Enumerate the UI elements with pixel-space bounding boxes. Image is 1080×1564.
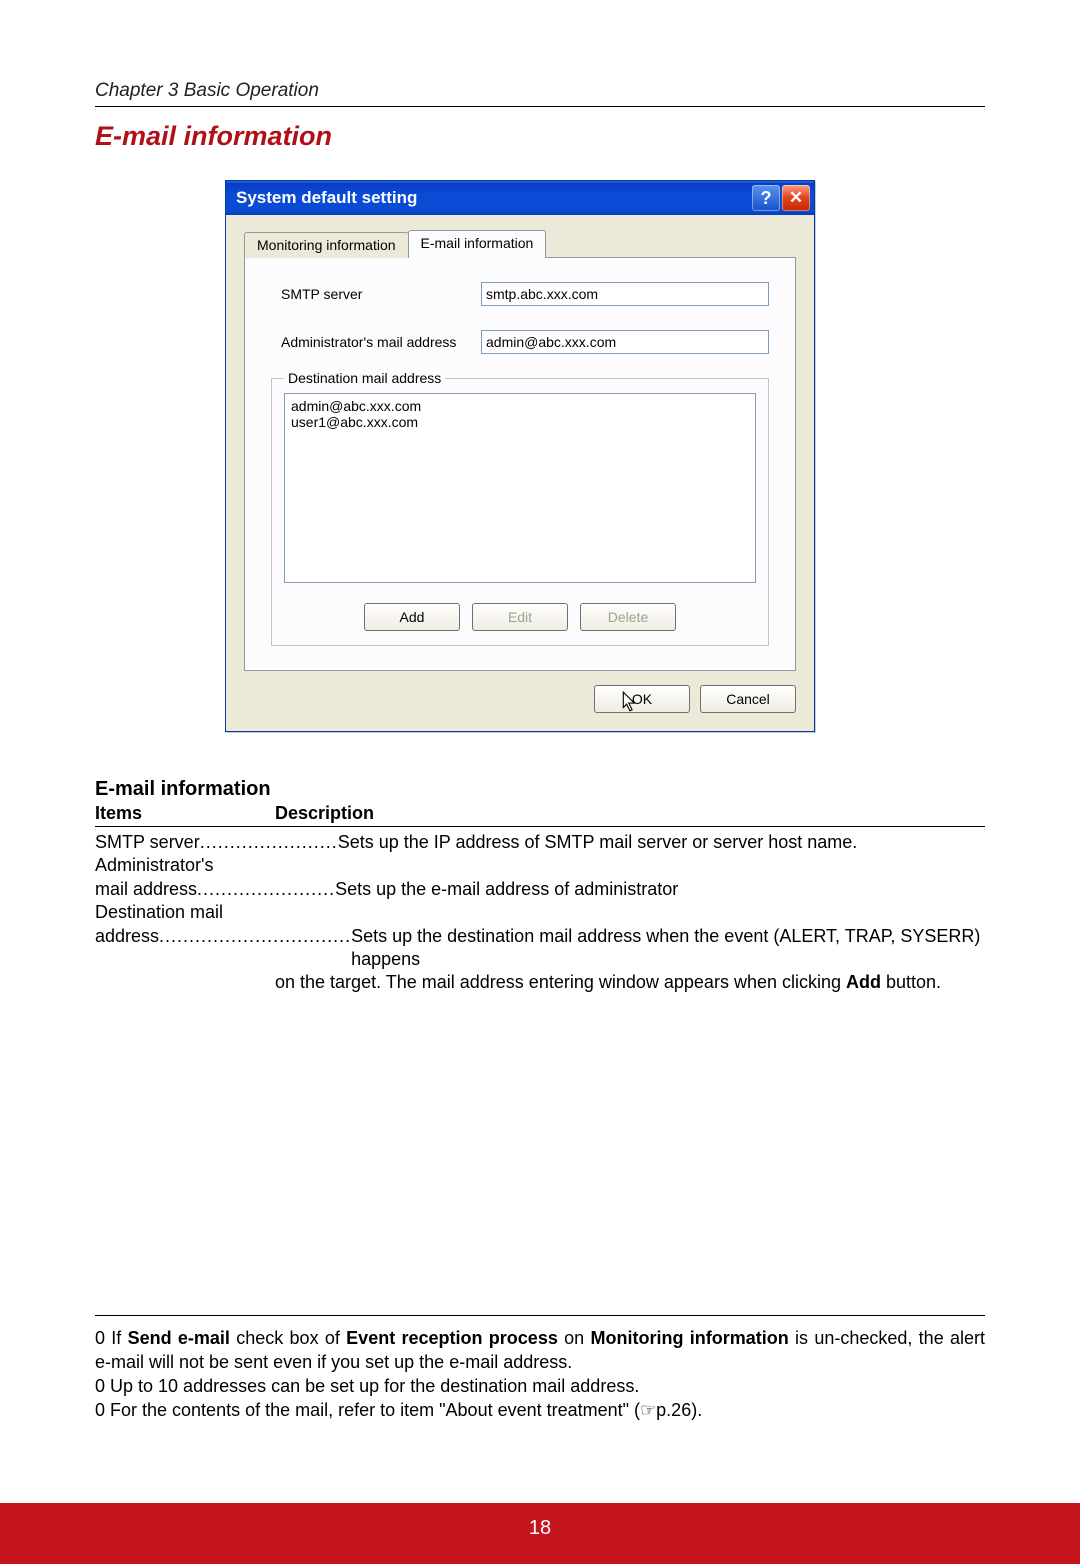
smtp-input[interactable]	[481, 282, 769, 306]
page-number-footer: 18	[0, 1503, 1080, 1564]
dialog-title: System default setting	[236, 188, 750, 208]
tab-email[interactable]: E-mail information	[408, 230, 547, 258]
desc-smtp: Sets up the IP address of SMTP mail serv…	[338, 831, 985, 854]
system-default-dialog: System default setting ? ✕ Monitoring in…	[225, 180, 815, 732]
destination-legend: Destination mail address	[284, 370, 445, 386]
footnote-3: 0 For the contents of the mail, refer to…	[95, 1398, 985, 1422]
cancel-button[interactable]: Cancel	[700, 685, 796, 713]
destination-listbox[interactable]: admin@abc.xxx.com user1@abc.xxx.com	[284, 393, 756, 583]
screenshot-container: System default setting ? ✕ Monitoring in…	[95, 180, 985, 732]
ok-button-wrap: OK	[594, 685, 690, 713]
desc-header: Items Description	[95, 803, 985, 827]
item-dest-line1: Destination mail	[95, 901, 985, 924]
item-admin: mail address	[95, 878, 197, 901]
desc-dest2: on the target. The mail address entering…	[95, 971, 985, 994]
col-description: Description	[275, 803, 374, 824]
admin-mail-label: Administrator's mail address	[271, 334, 481, 350]
destination-fieldset: Destination mail address admin@abc.xxx.c…	[271, 378, 769, 646]
divider	[95, 1315, 985, 1316]
desc-subtitle: E-mail information	[95, 778, 985, 801]
edit-button[interactable]: Edit	[472, 603, 568, 631]
delete-button[interactable]: Delete	[580, 603, 676, 631]
smtp-label: SMTP server	[271, 286, 481, 302]
help-icon[interactable]: ?	[752, 185, 780, 211]
desc-dest1: Sets up the destination mail address whe…	[351, 925, 985, 972]
dots: .......................	[200, 831, 338, 854]
col-items: Items	[95, 803, 275, 824]
footnote-2: 0 Up to 10 addresses can be set up for t…	[95, 1374, 985, 1398]
section-title: E-mail information	[95, 121, 985, 152]
item-smtp: SMTP server	[95, 831, 200, 854]
dots: ................................	[159, 925, 351, 972]
desc-body: SMTP server ....................... Sets…	[95, 831, 985, 995]
titlebar: System default setting ? ✕	[226, 181, 814, 215]
tab-strip: Monitoring information E-mail informatio…	[244, 229, 796, 258]
tab-monitoring[interactable]: Monitoring information	[244, 232, 409, 258]
ok-button[interactable]: OK	[594, 685, 690, 713]
close-icon[interactable]: ✕	[782, 185, 810, 211]
admin-mail-input[interactable]	[481, 330, 769, 354]
dots: .......................	[197, 878, 335, 901]
add-button[interactable]: Add	[364, 603, 460, 631]
footnote-1: 0 If Send e-mail check box of Event rece…	[95, 1326, 985, 1374]
chapter-header: Chapter 3 Basic Operation	[95, 80, 985, 107]
desc-admin: Sets up the e-mail address of administra…	[335, 878, 985, 901]
item-admin-line1: Administrator's	[95, 854, 985, 877]
tab-panel-email: SMTP server Administrator's mail address…	[244, 257, 796, 671]
item-dest: address	[95, 925, 159, 972]
